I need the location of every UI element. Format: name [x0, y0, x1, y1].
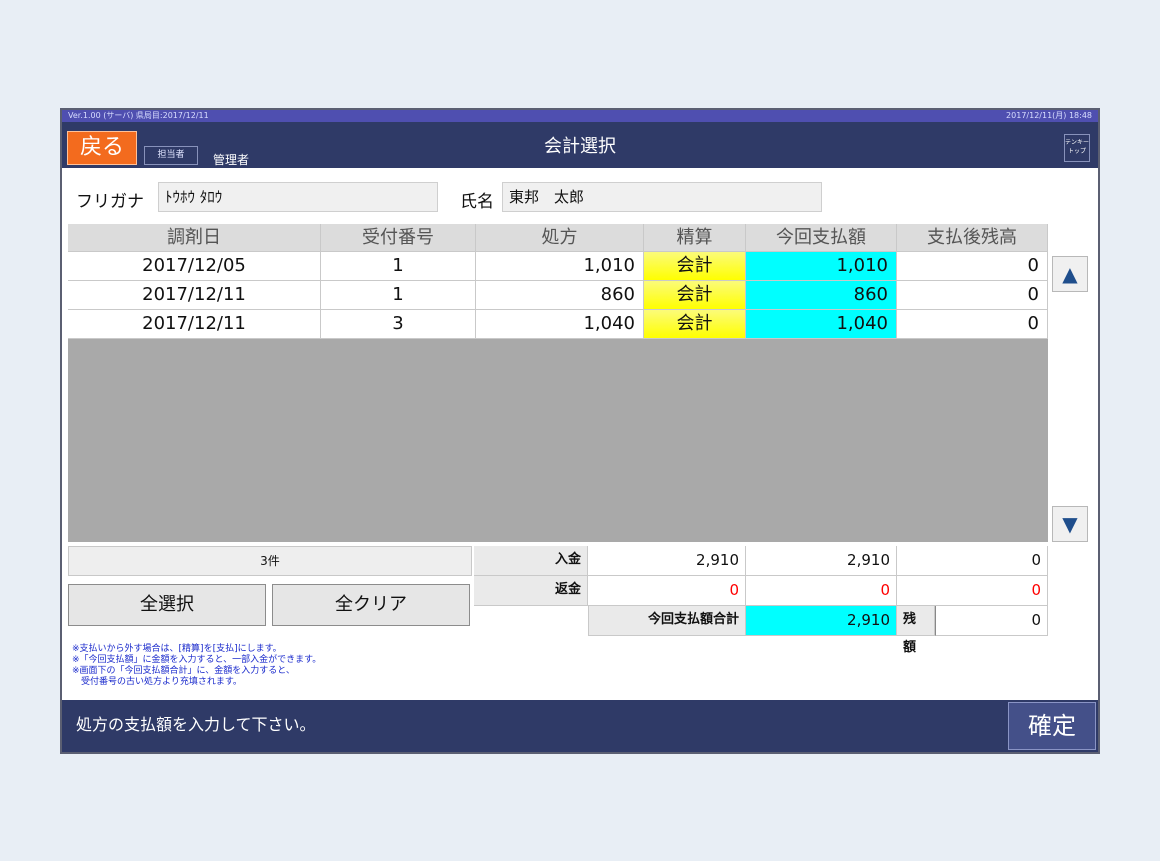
version-info: Ver.1.00 (サーバ) 県局目:2017/12/11: [68, 111, 209, 120]
table-row-1-payment-field[interactable]: 1,010: [746, 252, 897, 281]
deposit-label: 入金: [474, 546, 588, 576]
confirm-button[interactable]: 確定: [1008, 702, 1096, 750]
refund-value-a: 0: [588, 576, 746, 606]
refund-value-c: 0: [897, 576, 1048, 606]
table-row-2-balance: 0: [897, 281, 1048, 310]
note-line: 受付番号の古い処方より充填されます。: [72, 677, 242, 687]
notes: ※支払いから外す場合は、[精算]を[支払]にします。 ※「今回支払額」に金額を入…: [72, 644, 512, 688]
status-strip: Ver.1.00 (サーバ) 県局目:2017/12/11 2017/12/11…: [62, 110, 1098, 122]
name-label: 氏名: [460, 192, 494, 212]
title-bar: Ver.1.00 (サーバ) 県局目:2017/12/11 2017/12/11…: [62, 110, 1098, 168]
furigana-field[interactable]: ﾄｳﾎｳ ﾀﾛｳ: [158, 182, 438, 212]
table-row-1-date[interactable]: 2017/12/05: [68, 252, 321, 281]
total-payment-field[interactable]: 2,910: [746, 606, 897, 636]
scroll-up-button[interactable]: ▲: [1052, 256, 1088, 292]
status-message: 処方の支払額を入力して下さい。: [76, 715, 316, 734]
datetime: 2017/12/11(月) 18:48: [1006, 111, 1092, 120]
deposit-value-b: 2,910: [746, 546, 897, 576]
col-header-settle: 精算: [644, 224, 746, 252]
tenkey-button[interactable]: テンキー トップ: [1064, 134, 1090, 162]
note-line: ※「今回支払額」に金額を入力すると、一部入金ができます。: [72, 655, 322, 665]
table-row-3-payment-field[interactable]: 1,040: [746, 310, 897, 339]
col-header-balance: 支払後残高: [897, 224, 1048, 252]
remain-value: 0: [935, 606, 1048, 636]
deposit-value-a: 2,910: [588, 546, 746, 576]
col-header-receipt: 受付番号: [321, 224, 476, 252]
refund-value-b: 0: [746, 576, 897, 606]
table-row-2-settle-button[interactable]: 会計: [644, 281, 746, 310]
table-row-1-balance: 0: [897, 252, 1048, 281]
table-row-3-settle-button[interactable]: 会計: [644, 310, 746, 339]
col-header-date: 調剤日: [68, 224, 321, 252]
total-label: 今回支払額合計: [588, 606, 746, 636]
refund-label: 返金: [474, 576, 588, 606]
name-field[interactable]: 東邦 太郎: [502, 182, 822, 212]
furigana-label: フリガナ: [76, 192, 144, 212]
table-row-3-date[interactable]: 2017/12/11: [68, 310, 321, 339]
select-all-button[interactable]: 全選択: [68, 584, 266, 626]
table-row-1-receipt[interactable]: 1: [321, 252, 476, 281]
table-row-2-date[interactable]: 2017/12/11: [68, 281, 321, 310]
remain-label: 残額: [897, 606, 935, 655]
table-row-3-balance: 0: [897, 310, 1048, 339]
table-row-3-prescription[interactable]: 1,040: [476, 310, 644, 339]
table-row-3-receipt[interactable]: 3: [321, 310, 476, 339]
table-row-1-prescription[interactable]: 1,010: [476, 252, 644, 281]
col-header-prescription: 処方: [476, 224, 644, 252]
table-row-2-payment-field[interactable]: 860: [746, 281, 897, 310]
clear-all-button[interactable]: 全クリア: [272, 584, 470, 626]
record-count: 3件: [68, 546, 472, 576]
bottom-bar: 処方の支払額を入力して下さい。 確定: [62, 700, 1098, 752]
triangle-up-icon: ▲: [1062, 262, 1078, 286]
triangle-down-icon: ▼: [1062, 512, 1078, 536]
page-title: 会計選択: [544, 136, 616, 157]
table-row-2-receipt[interactable]: 1: [321, 281, 476, 310]
col-header-payment: 今回支払額: [746, 224, 897, 252]
table-row-1-settle-button[interactable]: 会計: [644, 252, 746, 281]
note-line: ※画面下の「今回支払額合計」に、金額を入力すると、: [72, 666, 295, 676]
table-row-2-prescription[interactable]: 860: [476, 281, 644, 310]
account-table: 調剤日 受付番号 処方 精算 今回支払額 支払後残高 2017/12/05 1 …: [68, 224, 1048, 542]
account-select-window: Ver.1.00 (サーバ) 県局目:2017/12/11 2017/12/11…: [60, 108, 1100, 754]
scroll-down-button[interactable]: ▼: [1052, 506, 1088, 542]
deposit-value-c: 0: [897, 546, 1048, 576]
note-line: ※支払いから外す場合は、[精算]を[支払]にします。: [72, 644, 282, 654]
